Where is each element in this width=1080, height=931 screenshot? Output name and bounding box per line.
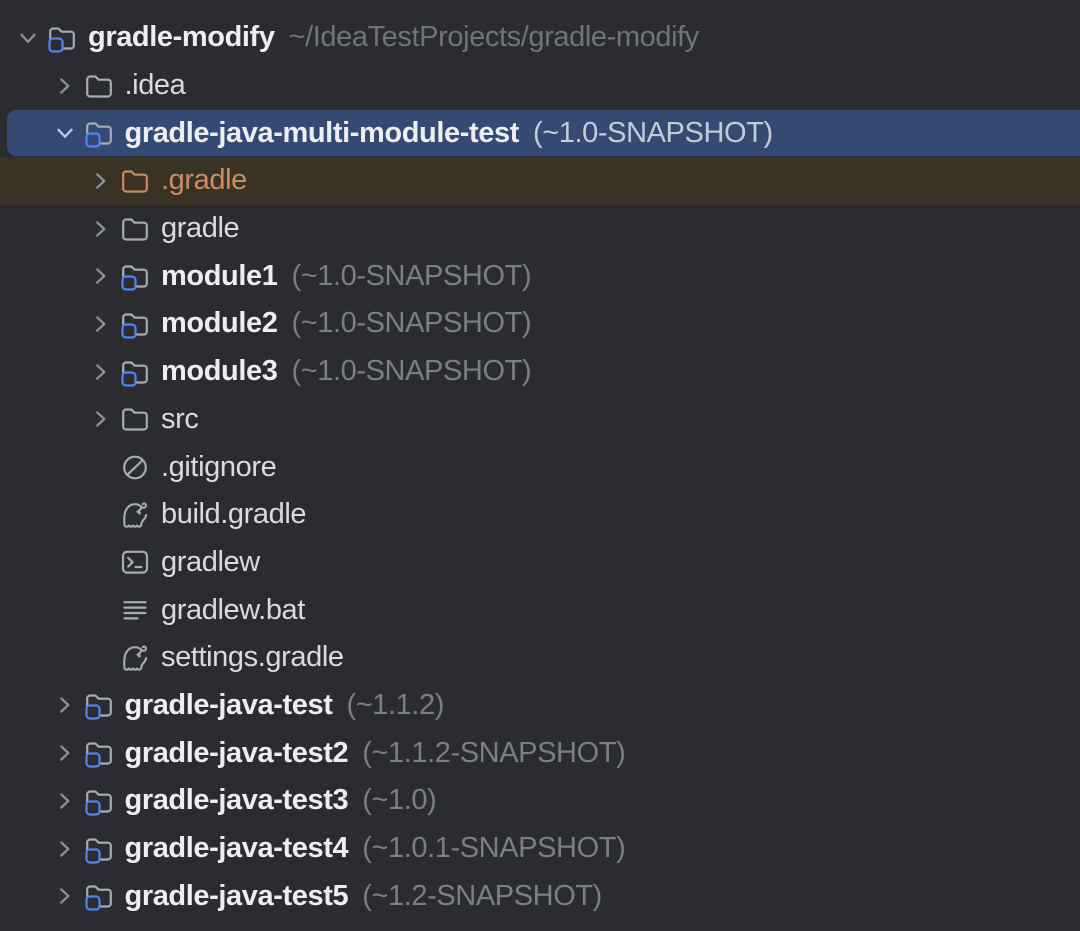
item-label: gradle-java-test5 bbox=[125, 880, 349, 913]
chevron-right-icon[interactable] bbox=[47, 879, 83, 913]
tree-row-.gradle[interactable]: .gradle bbox=[0, 157, 1080, 205]
item-label: module3 bbox=[161, 355, 277, 388]
tree-row-settings.gradle[interactable]: settings.gradle bbox=[0, 634, 1080, 682]
chevron-spacer bbox=[83, 450, 119, 484]
folder-icon bbox=[119, 213, 151, 245]
chevron-right-icon[interactable] bbox=[47, 736, 83, 770]
chevron-right-icon[interactable] bbox=[83, 164, 119, 198]
terminal-file-icon bbox=[119, 546, 151, 578]
item-label: src bbox=[161, 403, 198, 436]
item-version: (~1.0-SNAPSHOT) bbox=[291, 355, 531, 388]
tree-row-gradlew.bat[interactable]: gradlew.bat bbox=[0, 586, 1080, 634]
module-folder-icon bbox=[119, 356, 151, 388]
item-label: gradle-java-multi-module-test bbox=[125, 117, 519, 150]
chevron-right-icon[interactable] bbox=[47, 69, 83, 103]
chevron-spacer bbox=[83, 593, 119, 627]
chevron-spacer bbox=[83, 641, 119, 675]
folder-excluded-icon bbox=[119, 165, 151, 197]
item-label: .idea bbox=[125, 69, 186, 102]
item-label: gradle-java-test4 bbox=[125, 832, 349, 865]
tree-row-gradle-java-test2[interactable]: gradle-java-test2 (~1.1.2-SNAPSHOT) bbox=[0, 729, 1080, 777]
item-version: (~1.0.1-SNAPSHOT) bbox=[362, 832, 625, 865]
module-folder-icon bbox=[46, 22, 78, 54]
tree-row-gradle-modify[interactable]: gradle-modify ~/IdeaTestProjects/gradle-m… bbox=[0, 14, 1080, 62]
item-label: settings.gradle bbox=[161, 641, 344, 674]
module-folder-icon bbox=[83, 785, 115, 817]
item-version: (~1.0-SNAPSHOT) bbox=[291, 260, 531, 293]
chevron-right-icon[interactable] bbox=[83, 259, 119, 293]
chevron-spacer bbox=[83, 545, 119, 579]
item-label: build.gradle bbox=[161, 498, 306, 531]
chevron-right-icon[interactable] bbox=[83, 212, 119, 246]
chevron-right-icon[interactable] bbox=[47, 688, 83, 722]
tree-row-gradle-java-test[interactable]: gradle-java-test (~1.1.2) bbox=[0, 682, 1080, 730]
gradle-file-icon bbox=[119, 499, 151, 531]
item-version: (~1.0-SNAPSHOT) bbox=[291, 307, 531, 340]
project-path: ~/IdeaTestProjects/gradle-modify bbox=[289, 21, 699, 54]
tree-row-gradle-java-test5[interactable]: gradle-java-test5 (~1.2-SNAPSHOT) bbox=[0, 872, 1080, 920]
tree-row-gradle-java-test4[interactable]: gradle-java-test4 (~1.0.1-SNAPSHOT) bbox=[0, 825, 1080, 873]
tree-row-gradle-java-test3[interactable]: gradle-java-test3 (~1.0) bbox=[0, 777, 1080, 825]
chevron-spacer bbox=[83, 498, 119, 532]
module-folder-icon bbox=[119, 308, 151, 340]
text-file-icon bbox=[119, 594, 151, 626]
item-label: gradlew.bat bbox=[161, 594, 305, 627]
gradle-file-icon bbox=[119, 642, 151, 674]
item-version: (~1.1.2-SNAPSHOT) bbox=[362, 737, 625, 770]
tree-row-build.gradle[interactable]: build.gradle bbox=[0, 491, 1080, 539]
module-folder-icon bbox=[83, 117, 115, 149]
item-label: module1 bbox=[161, 260, 277, 293]
item-version: (~1.1.2) bbox=[346, 689, 444, 722]
item-label: gradlew bbox=[161, 546, 260, 579]
project-tree: gradle-modify ~/IdeaTestProjects/gradle-m… bbox=[0, 0, 1080, 920]
chevron-right-icon[interactable] bbox=[83, 402, 119, 436]
item-label: gradle-modify bbox=[88, 21, 275, 54]
tree-row-gradle-java-multi-module-test[interactable]: gradle-java-multi-module-test (~1.0-SNAPS… bbox=[0, 109, 1080, 157]
chevron-right-icon[interactable] bbox=[47, 832, 83, 866]
item-version: (~1.0) bbox=[362, 784, 436, 817]
tree-row-module1[interactable]: module1 (~1.0-SNAPSHOT) bbox=[0, 252, 1080, 300]
tree-row-gradle[interactable]: gradle bbox=[0, 205, 1080, 253]
item-label: module2 bbox=[161, 307, 277, 340]
tree-row-.idea[interactable]: .idea bbox=[0, 62, 1080, 110]
ignored-file-icon bbox=[119, 451, 151, 483]
module-folder-icon bbox=[83, 689, 115, 721]
module-folder-icon bbox=[83, 737, 115, 769]
item-label: .gradle bbox=[161, 164, 247, 197]
item-version: (~1.0-SNAPSHOT) bbox=[533, 117, 773, 150]
module-folder-icon bbox=[83, 833, 115, 865]
chevron-right-icon[interactable] bbox=[83, 307, 119, 341]
item-label: gradle-java-test bbox=[125, 689, 333, 722]
item-label: gradle-java-test3 bbox=[125, 784, 349, 817]
tree-row-gradlew[interactable]: gradlew bbox=[0, 539, 1080, 587]
tree-row-module3[interactable]: module3 (~1.0-SNAPSHOT) bbox=[0, 348, 1080, 396]
item-label: gradle-java-test2 bbox=[125, 737, 349, 770]
chevron-right-icon[interactable] bbox=[83, 355, 119, 389]
module-folder-icon bbox=[119, 260, 151, 292]
folder-icon bbox=[83, 70, 115, 102]
chevron-right-icon[interactable] bbox=[47, 784, 83, 818]
item-label: gradle bbox=[161, 212, 239, 245]
chevron-down-icon[interactable] bbox=[10, 21, 46, 55]
tree-row-src[interactable]: src bbox=[0, 396, 1080, 444]
folder-icon bbox=[119, 403, 151, 435]
module-folder-icon bbox=[83, 880, 115, 912]
tree-row-module2[interactable]: module2 (~1.0-SNAPSHOT) bbox=[0, 300, 1080, 348]
item-label: .gitignore bbox=[161, 451, 276, 484]
tree-row-.gitignore[interactable]: .gitignore bbox=[0, 443, 1080, 491]
chevron-down-icon[interactable] bbox=[47, 116, 83, 150]
item-version: (~1.2-SNAPSHOT) bbox=[362, 880, 602, 913]
